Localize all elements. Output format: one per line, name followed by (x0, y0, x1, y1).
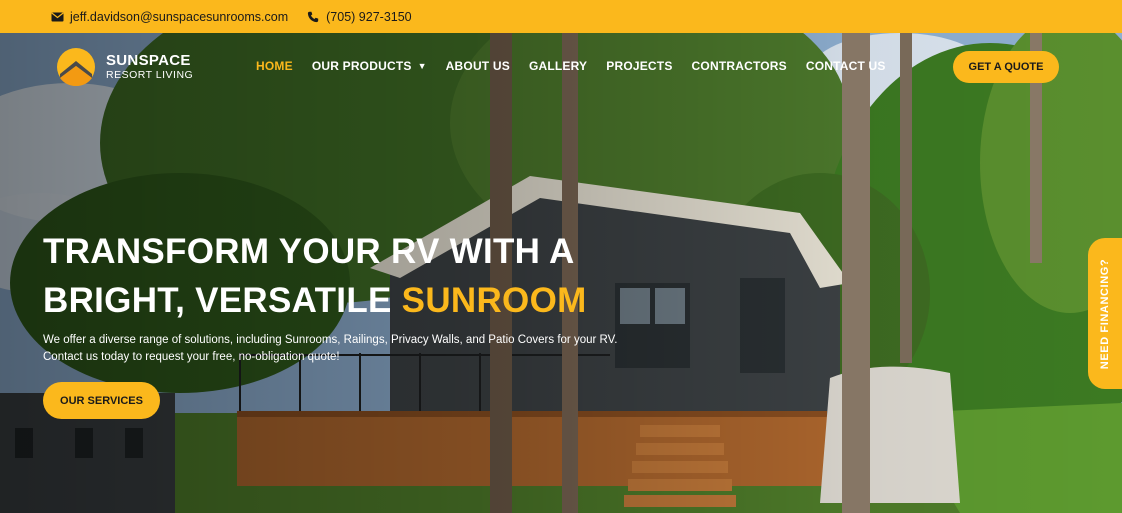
nav-our-products-label: OUR PRODUCTS (311, 59, 412, 73)
main-nav: HOME OUR PRODUCTS ▼ ABOUT US GALLERY PRO… (256, 59, 905, 73)
chevron-down-icon: ▼ (417, 61, 427, 71)
headline-line-2: BRIGHT, VERSATILE (43, 281, 402, 320)
phone-icon (306, 10, 320, 24)
headline-accent: SUNROOM (401, 281, 587, 320)
phone-text[interactable]: (705) 927-3150 (326, 10, 411, 24)
contact-bar: jeff.davidson@sunspacesunrooms.com (705)… (0, 0, 1122, 33)
nav-contractors[interactable]: CONTRACTORS (692, 59, 787, 73)
hero-description: We offer a diverse range of solutions, i… (43, 334, 618, 363)
nav-contact-us[interactable]: CONTACT US (806, 59, 886, 73)
our-services-button[interactable]: OUR SERVICES (43, 382, 160, 419)
envelope-icon (50, 10, 64, 24)
nav-home[interactable]: HOME (256, 59, 293, 73)
sun-logo-icon (57, 48, 95, 86)
logo-brand: SUNSPACE (106, 52, 191, 70)
email-text[interactable]: jeff.davidson@sunspacesunrooms.com (70, 10, 288, 24)
headline-line-1: TRANSFORM YOUR RV WITH A (43, 232, 575, 271)
nav-our-products[interactable]: OUR PRODUCTS ▼ (312, 59, 427, 73)
site-logo[interactable]: SUNSPACE RESORT LIVING (56, 47, 193, 87)
get-a-quote-button[interactable]: GET A QUOTE (953, 51, 1059, 83)
need-financing-tab[interactable]: NEED FINANCING? (1088, 238, 1122, 389)
email-contact[interactable]: jeff.davidson@sunspacesunrooms.com (50, 10, 288, 24)
nav-about-us[interactable]: ABOUT US (446, 59, 510, 73)
logo-tagline: RESORT LIVING (106, 69, 194, 82)
need-financing-label: NEED FINANCING? (1099, 258, 1112, 369)
nav-gallery[interactable]: GALLERY (529, 59, 587, 73)
nav-projects[interactable]: PROJECTS (606, 59, 672, 73)
hero-headline: TRANSFORM YOUR RV WITH A BRIGHT, VERSATI… (43, 227, 643, 325)
phone-contact[interactable]: (705) 927-3150 (306, 10, 412, 24)
